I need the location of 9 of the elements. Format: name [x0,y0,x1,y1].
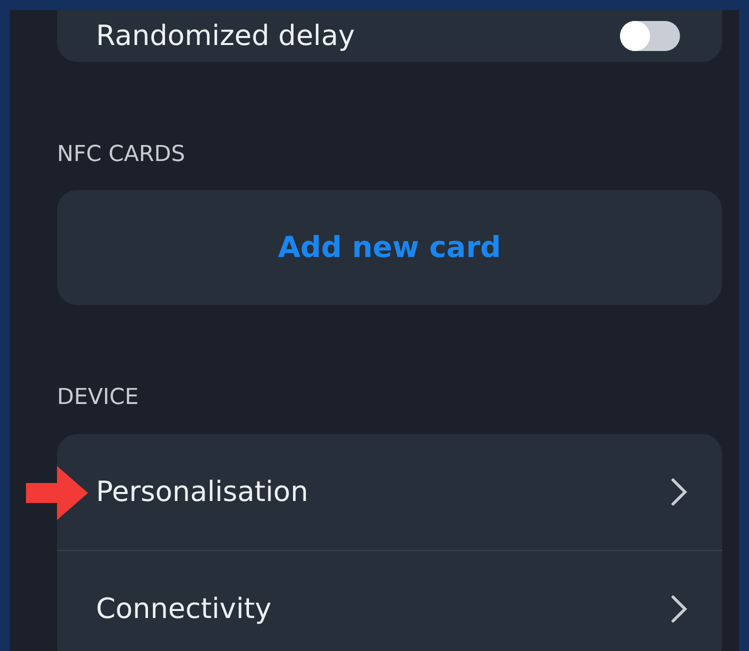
setting-label: Randomized delay [96,18,355,54]
section-heading: DEVICE [57,384,140,412]
menu-item-label[interactable]: Personalisation [96,471,308,513]
section-heading: NFC CARDS [57,141,186,169]
chevron-right-icon [670,594,688,624]
menu-item-label[interactable]: Connectivity [96,588,272,630]
add-card-button[interactable]: Add new card [57,190,722,305]
toggle-switch[interactable] [620,21,680,51]
chevron-right-icon [670,477,688,507]
